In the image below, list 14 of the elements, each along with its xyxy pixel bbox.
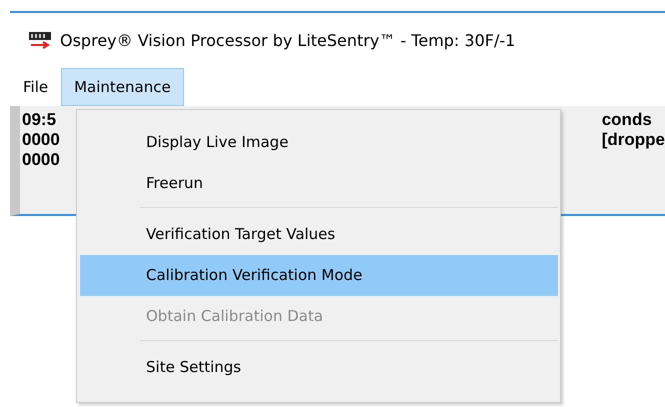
menu-item[interactable]: Display Live Image xyxy=(80,122,558,163)
menu-bar-item[interactable]: Maintenance xyxy=(61,68,184,106)
status-text: 0000 xyxy=(22,150,60,169)
menu-bar-item[interactable]: File xyxy=(10,68,62,106)
menu-item[interactable]: Freerun xyxy=(80,163,558,204)
window-title: Osprey® Vision Processor by LiteSentry™ - Temp: 30F/-1 xyxy=(60,30,516,52)
status-text: 09:5 xyxy=(22,110,56,129)
app-icon xyxy=(28,30,52,50)
menu-item[interactable]: Verification Target Values xyxy=(80,214,558,255)
menu-item[interactable]: Site Settings xyxy=(80,347,558,388)
status-text: [droppe xyxy=(602,130,665,149)
status-text: conds xyxy=(602,110,652,129)
status-text: 0000 xyxy=(22,130,60,149)
menu-item[interactable]: Calibration Verification Mode xyxy=(80,255,558,296)
